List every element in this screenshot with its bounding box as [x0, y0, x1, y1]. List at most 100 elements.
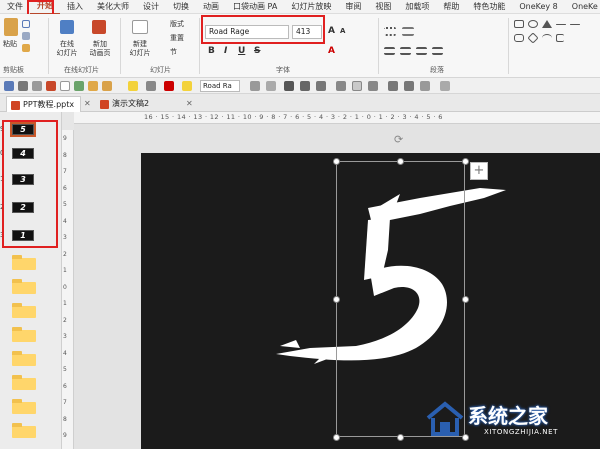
bold-button[interactable]: B [208, 46, 215, 56]
quick-font-dropdown[interactable]: Road Ra [200, 80, 240, 92]
folder-icon[interactable] [12, 303, 36, 318]
slide-thumbnail[interactable]: 1 [12, 230, 34, 241]
section-button[interactable]: 节 [170, 48, 177, 57]
online-slides-icon[interactable] [60, 20, 74, 34]
layout-button[interactable]: 版式 [170, 20, 184, 29]
shape-triangle-icon[interactable] [542, 20, 552, 28]
folder-icon[interactable] [12, 255, 36, 270]
resize-handle-bottom-left[interactable] [333, 434, 340, 441]
quick-align-left-icon[interactable] [336, 81, 346, 91]
cut-icon[interactable] [22, 20, 30, 28]
save-icon[interactable] [4, 81, 14, 91]
undo-icon[interactable] [18, 81, 28, 91]
quick-numbering-icon[interactable] [404, 81, 414, 91]
paste-icon[interactable] [4, 18, 18, 36]
text-highlight-icon[interactable] [182, 81, 192, 91]
shape-diamond-icon[interactable] [527, 32, 539, 44]
resize-handle-right[interactable] [462, 296, 469, 303]
resize-handle-left[interactable] [333, 296, 340, 303]
numbering-icon[interactable] [402, 27, 414, 36]
font-size-dropdown[interactable]: 413 [292, 25, 322, 39]
ribbon-tab[interactable]: 口袋动画 PA [226, 0, 284, 14]
italic-button[interactable]: I [224, 46, 227, 56]
shape-arrow-icon[interactable] [570, 24, 580, 25]
new-slide-icon[interactable] [132, 20, 148, 34]
format-painter-quick-icon[interactable] [102, 81, 112, 91]
shape-curve-icon[interactable] [542, 34, 552, 42]
layout-options-button[interactable]: + [470, 162, 488, 180]
shape-selection-frame[interactable] [336, 161, 465, 437]
font-spacing-icon[interactable] [146, 81, 156, 91]
start-slideshow-icon[interactable] [46, 81, 56, 91]
ribbon-tab[interactable]: 设计 [136, 0, 166, 14]
redo-icon[interactable] [32, 81, 42, 91]
ribbon-tab[interactable]: 文件 [0, 0, 30, 14]
quick-align-right-icon[interactable] [368, 81, 378, 91]
shape-rectangle-icon[interactable] [514, 20, 524, 28]
ribbon-tab[interactable]: 特色功能 [466, 0, 512, 14]
ribbon-tab[interactable]: 视图 [368, 0, 398, 14]
online-slides-button[interactable]: 在线 幻灯片 [54, 40, 80, 58]
slide-thumbnail[interactable]: 4 [12, 148, 34, 159]
insert-picture-icon[interactable] [74, 81, 84, 91]
quick-bullets-icon[interactable] [388, 81, 398, 91]
shrink-font-button[interactable]: A [340, 27, 345, 35]
close-tab-icon[interactable]: ✕ [84, 99, 91, 108]
folder-icon[interactable] [12, 423, 36, 438]
ribbon-tab[interactable]: 开始 [30, 0, 60, 15]
doc-tab-presentation2[interactable]: 演示文稿2 [96, 96, 155, 112]
folder-icon[interactable] [12, 375, 36, 390]
ribbon-tab[interactable]: OneKey 8 [512, 0, 564, 14]
format-painter-icon[interactable] [22, 44, 30, 52]
resize-handle-top-right[interactable] [462, 158, 469, 165]
align-right-icon[interactable] [416, 47, 427, 55]
highlighter-icon[interactable] [128, 81, 138, 91]
ribbon-tab[interactable]: 切换 [166, 0, 196, 14]
shape-line-icon[interactable] [556, 24, 566, 25]
font-name-dropdown[interactable]: Road Rage [205, 25, 289, 39]
slide-thumbnail[interactable]: 2 [12, 202, 34, 213]
underline-button[interactable]: U [238, 46, 245, 56]
resize-handle-bottom[interactable] [397, 434, 404, 441]
quick-underline-icon[interactable] [316, 81, 326, 91]
ribbon-tab[interactable]: 审阅 [338, 0, 368, 14]
strikethrough-button[interactable]: S [254, 46, 260, 56]
folder-icon[interactable] [12, 351, 36, 366]
align-left-icon[interactable] [384, 47, 395, 55]
doc-tab-pptx[interactable]: PPT教程.pptx [6, 96, 82, 112]
ribbon-tab[interactable]: OneKe [565, 0, 600, 14]
justify-icon[interactable] [432, 47, 443, 55]
shape-bracket-icon[interactable] [556, 34, 564, 42]
new-animation-icon[interactable] [92, 20, 106, 34]
ribbon-tab[interactable]: 帮助 [436, 0, 466, 14]
shapes-gallery[interactable] [514, 20, 598, 60]
quick-shrink-font-icon[interactable] [266, 81, 276, 91]
quick-more-icon[interactable] [440, 81, 450, 91]
ribbon-tab[interactable]: 幻灯片放映 [284, 0, 338, 14]
rotate-handle-icon[interactable]: ⟳ [394, 134, 406, 146]
folder-icon[interactable] [12, 399, 36, 414]
copy-icon[interactable] [22, 32, 30, 40]
quick-align-center-icon[interactable] [352, 81, 362, 91]
quick-italic-icon[interactable] [300, 81, 310, 91]
new-slide-button[interactable]: 新建 幻灯片 [124, 40, 156, 58]
align-center-icon[interactable] [400, 47, 411, 55]
text-color-icon[interactable] [164, 81, 174, 91]
new-slide-quick-icon[interactable] [60, 81, 70, 91]
new-animation-button[interactable]: 新加 动画页 [84, 40, 116, 58]
grow-font-button[interactable]: A [328, 26, 335, 36]
slide-thumbnail[interactable]: 3 [12, 174, 34, 185]
close-tab-icon[interactable]: ✕ [186, 99, 193, 108]
paste-button[interactable]: 粘贴 [0, 40, 20, 49]
shape-rounded-rect-icon[interactable] [514, 34, 524, 42]
ribbon-tab[interactable]: 美化大师 [90, 0, 136, 14]
shape-oval-icon[interactable] [528, 20, 538, 28]
resize-handle-top-left[interactable] [333, 158, 340, 165]
insert-shape-icon[interactable] [88, 81, 98, 91]
quick-indent-icon[interactable] [420, 81, 430, 91]
font-color-button[interactable]: A [328, 46, 335, 56]
resize-handle-top[interactable] [397, 158, 404, 165]
slide-thumbnail[interactable]: 5 [10, 122, 36, 137]
folder-icon[interactable] [12, 279, 36, 294]
folder-icon[interactable] [12, 327, 36, 342]
